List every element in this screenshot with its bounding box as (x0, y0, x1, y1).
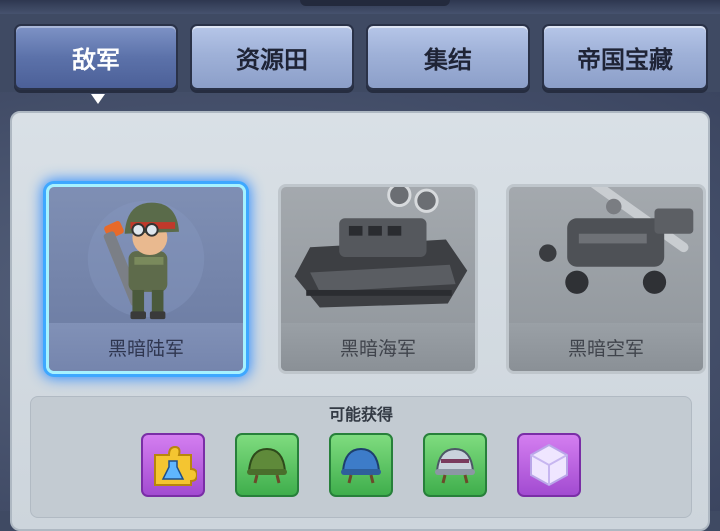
unit-card-dark-airforce[interactable]: 黑暗空军 (506, 184, 706, 374)
rewards-panel: 可能获得 (30, 396, 692, 518)
crystal-cube-icon (530, 443, 568, 487)
tab-resource-field[interactable]: 资源田 (190, 24, 354, 90)
puzzle-flask-icon (154, 445, 197, 486)
reward-blue-helmet[interactable] (329, 433, 393, 497)
rewards-title: 可能获得 (328, 405, 393, 424)
tab-bar: 敌军 资源田 集结 帝国宝藏 (0, 14, 720, 104)
green-helmet-icon (247, 447, 287, 484)
reward-green-helmet[interactable] (235, 433, 299, 497)
unit-label: 黑暗陆军 (49, 323, 243, 371)
silver-helmet-icon (435, 447, 475, 484)
tab-rally[interactable]: 集结 (366, 24, 530, 90)
armored-boat-icon (294, 187, 468, 308)
top-notch (300, 0, 450, 6)
blue-helmet-icon (341, 447, 381, 484)
active-tab-pointer (91, 94, 105, 104)
helicopter-icon (539, 187, 694, 294)
reward-puzzle-flask[interactable] (141, 433, 205, 497)
unit-label: 黑暗海军 (281, 323, 475, 371)
reward-silver-helmet[interactable] (423, 433, 487, 497)
unit-card-dark-army[interactable]: 黑暗陆军 (46, 184, 246, 374)
tab-enemy[interactable]: 敌军 (14, 24, 178, 90)
soldier-icon (87, 200, 205, 320)
top-strip (0, 0, 720, 14)
unit-label: 黑暗空军 (509, 323, 703, 371)
tab-empire-treasure[interactable]: 帝国宝藏 (542, 24, 708, 90)
unit-card-dark-navy[interactable]: 黑暗海军 (278, 184, 478, 374)
reward-crystal-cube[interactable] (517, 433, 581, 497)
